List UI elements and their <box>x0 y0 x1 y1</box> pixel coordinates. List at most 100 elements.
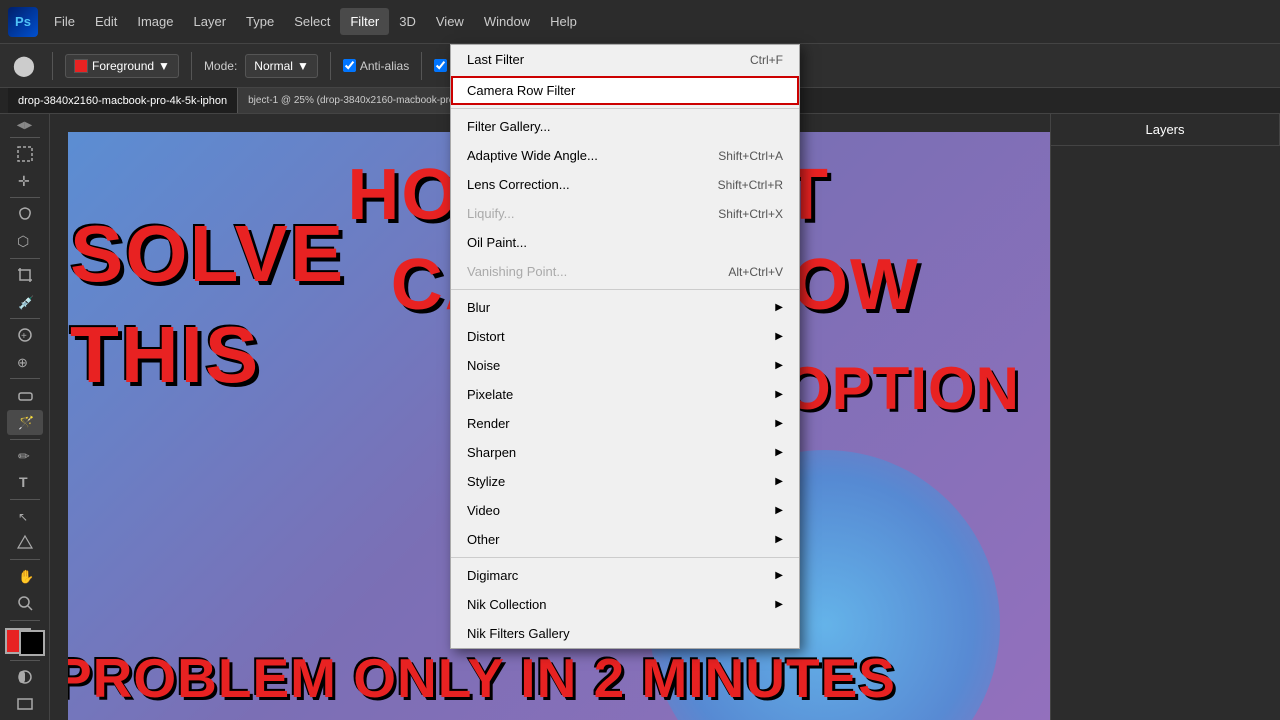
menu-item-render-arrow: ▶ <box>775 418 783 429</box>
menubar: Ps File Edit Image Layer Type Select Fil… <box>0 0 1280 44</box>
scroll-arrows-top[interactable]: ◀▶ <box>15 118 34 133</box>
menu-item-distort[interactable]: Distort ▶ <box>451 322 799 351</box>
tool-magic-wand[interactable]: 🪄 <box>7 410 43 435</box>
antialias-label: Anti-alias <box>360 59 409 73</box>
menu-item-digimarc[interactable]: Digimarc ▶ <box>451 561 799 590</box>
tool-move[interactable]: ✛ <box>7 169 43 194</box>
menubar-item-window[interactable]: Window <box>474 8 540 35</box>
menu-item-vanishing-point: Vanishing Point... Alt+Ctrl+V <box>451 257 799 286</box>
tool-crop[interactable] <box>7 262 43 287</box>
menu-item-render[interactable]: Render ▶ <box>451 409 799 438</box>
menu-item-oil-paint-label: Oil Paint... <box>467 235 527 250</box>
menu-item-blur-arrow: ▶ <box>775 302 783 313</box>
tool-heal[interactable]: + <box>7 323 43 348</box>
panel-tab-layers[interactable]: Layers <box>1051 114 1280 145</box>
tool-zoom[interactable] <box>7 591 43 616</box>
left-toolbar: ◀▶ ✛ ⬡ 💉 + ⊕ 🪄 <box>0 114 50 720</box>
tool-shape[interactable] <box>7 530 43 555</box>
tool-polygonal-lasso[interactable]: ⬡ <box>7 229 43 254</box>
tab-document1-label: drop-3840x2160-macbook-pro-4k-5k-iphon <box>18 95 227 107</box>
menu-item-noise[interactable]: Noise ▶ <box>451 351 799 380</box>
options-sep1 <box>52 52 53 80</box>
tool-pen[interactable]: ✏ <box>7 443 43 468</box>
options-sep3 <box>330 52 331 80</box>
tool-quick-mask[interactable] <box>7 664 43 689</box>
tool-sep4 <box>10 318 40 319</box>
background-color-swatch[interactable] <box>19 630 45 656</box>
menu-item-pixelate[interactable]: Pixelate ▶ <box>451 380 799 409</box>
svg-text:⊕: ⊕ <box>17 355 28 370</box>
menu-item-other[interactable]: Other ▶ <box>451 525 799 554</box>
menu-item-stylize[interactable]: Stylize ▶ <box>451 467 799 496</box>
menu-item-nik-filters-gallery[interactable]: Nik Filters Gallery <box>451 619 799 648</box>
canvas-text-this: THIS <box>70 309 260 401</box>
menubar-item-edit[interactable]: Edit <box>85 8 127 35</box>
menu-item-liquify-label: Liquify... <box>467 206 514 221</box>
menubar-item-file[interactable]: File <box>44 8 85 35</box>
menubar-item-3d[interactable]: 3D <box>389 8 426 35</box>
menu-item-other-arrow: ▶ <box>775 534 783 545</box>
menu-item-lens-correction[interactable]: Lens Correction... Shift+Ctrl+R <box>451 170 799 199</box>
tool-sep1 <box>10 137 40 138</box>
menu-item-blur[interactable]: Blur ▶ <box>451 293 799 322</box>
menu-item-camera-raw-filter[interactable]: Camera Row Filter <box>451 76 799 105</box>
menubar-item-select[interactable]: Select <box>284 8 340 35</box>
menu-item-noise-arrow: ▶ <box>775 360 783 371</box>
svg-text:⬡: ⬡ <box>17 233 29 249</box>
menu-item-filter-gallery[interactable]: Filter Gallery... <box>451 112 799 141</box>
menu-item-sharpen[interactable]: Sharpen ▶ <box>451 438 799 467</box>
mode-dropdown[interactable]: Normal ▼ <box>245 54 318 78</box>
menu-item-pixelate-arrow: ▶ <box>775 389 783 400</box>
tab-document1[interactable]: drop-3840x2160-macbook-pro-4k-5k-iphon <box>8 88 238 113</box>
color-swatches[interactable] <box>5 628 45 656</box>
tool-sep3 <box>10 258 40 259</box>
foreground-dropdown[interactable]: Foreground ▼ <box>65 54 179 78</box>
tool-type[interactable]: T <box>7 470 43 495</box>
tool-eraser[interactable] <box>7 383 43 408</box>
menu-item-distort-arrow: ▶ <box>775 331 783 342</box>
svg-text:✏: ✏ <box>18 448 30 464</box>
contiguous-checkbox[interactable] <box>434 59 447 72</box>
menubar-item-layer[interactable]: Layer <box>184 8 237 35</box>
tool-marquee-rect[interactable] <box>7 142 43 167</box>
menubar-item-help[interactable]: Help <box>540 8 587 35</box>
ruler-left <box>50 114 68 720</box>
antialias-checkbox[interactable] <box>343 59 356 72</box>
menu-item-nik-collection[interactable]: Nik Collection ▶ <box>451 590 799 619</box>
menu-item-blur-label: Blur <box>467 300 490 315</box>
menubar-item-filter[interactable]: Filter <box>340 8 389 35</box>
menu-item-noise-label: Noise <box>467 358 500 373</box>
tool-clone[interactable]: ⊕ <box>7 349 43 374</box>
tool-sep8 <box>10 559 40 560</box>
options-sep4 <box>421 52 422 80</box>
menu-item-video[interactable]: Video ▶ <box>451 496 799 525</box>
menu-item-liquify: Liquify... Shift+Ctrl+X <box>451 199 799 228</box>
menu-item-last-filter[interactable]: Last Filter Ctrl+F <box>451 45 799 74</box>
menu-item-pixelate-label: Pixelate <box>467 387 513 402</box>
right-panel: Layers <box>1050 114 1280 720</box>
menu-item-camera-raw-filter-label: Camera Row Filter <box>467 83 575 98</box>
svg-text:T: T <box>19 474 28 490</box>
tool-lasso[interactable] <box>7 202 43 227</box>
menubar-item-view[interactable]: View <box>426 8 474 35</box>
menu-item-sharpen-label: Sharpen <box>467 445 516 460</box>
tool-sep2 <box>10 197 40 198</box>
menu-item-other-label: Other <box>467 532 500 547</box>
menubar-item-image[interactable]: Image <box>127 8 183 35</box>
antialias-area[interactable]: Anti-alias <box>343 59 409 73</box>
tool-hand[interactable]: ✋ <box>7 564 43 589</box>
mode-chevron: ▼ <box>297 59 309 73</box>
menubar-item-type[interactable]: Type <box>236 8 284 35</box>
foreground-chevron: ▼ <box>158 59 170 73</box>
tool-eyedropper[interactable]: 💉 <box>7 289 43 314</box>
svg-text:💉: 💉 <box>18 295 34 310</box>
tool-path-select[interactable]: ↖ <box>7 504 43 529</box>
menu-item-render-label: Render <box>467 416 510 431</box>
menu-item-adaptive-wide-angle[interactable]: Adaptive Wide Angle... Shift+Ctrl+A <box>451 141 799 170</box>
menu-item-oil-paint[interactable]: Oil Paint... <box>451 228 799 257</box>
tool-sep5 <box>10 378 40 379</box>
tool-screen-mode[interactable] <box>7 691 43 716</box>
menu-item-adaptive-wide-angle-label: Adaptive Wide Angle... <box>467 148 598 163</box>
options-sep2 <box>191 52 192 80</box>
menu-item-digimarc-label: Digimarc <box>467 568 518 583</box>
